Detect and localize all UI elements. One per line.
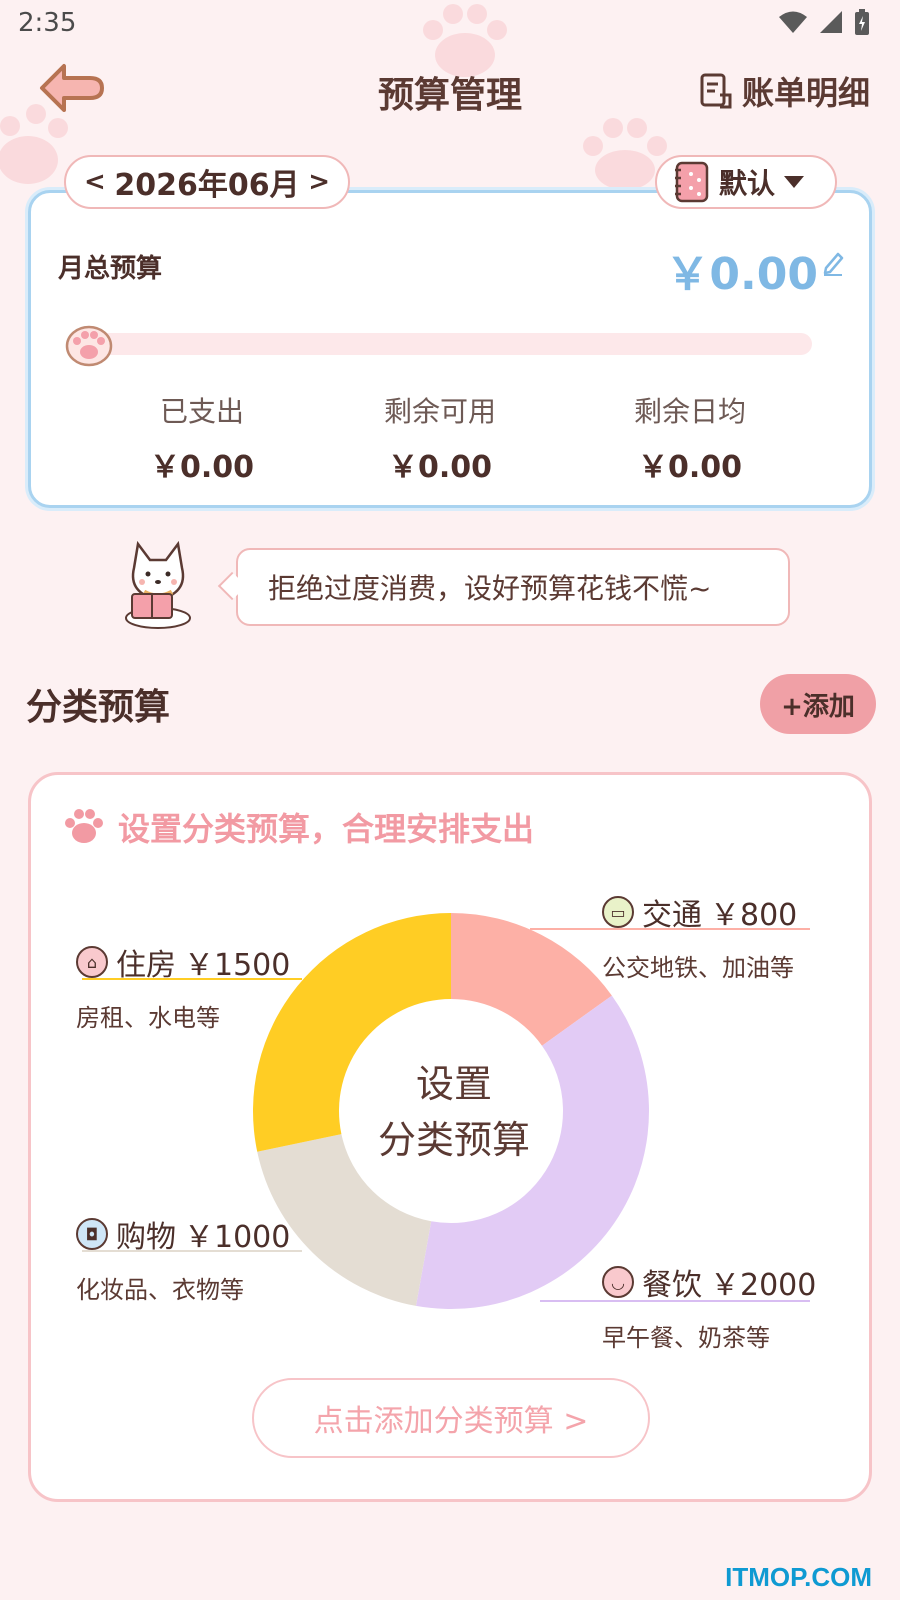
stat-daily-avg-value: ￥0.00 — [637, 450, 743, 485]
watermark: ITMOP.COM — [725, 1562, 872, 1592]
status-time: 2:35 — [18, 8, 77, 38]
legend-shopping: ◘ 购物 ￥1000 化妆品、衣物等 — [76, 1212, 290, 1305]
bus-icon: ▭ — [602, 896, 634, 928]
legend-housing-amount: ￥1500 — [184, 948, 291, 983]
next-month-button[interactable]: > — [308, 167, 330, 197]
legend-transport: ▭ 交通 ￥800 公交地铁、加油等 — [602, 890, 797, 983]
legend-food-desc: 早午餐、奶茶等 — [602, 1324, 770, 1352]
category-hint-text: 设置分类预算，合理安排支出 — [118, 810, 535, 848]
donut-center-line2: 分类预算 — [377, 1118, 530, 1162]
legend-food-amount: ￥2000 — [710, 1268, 817, 1303]
legend-shopping-desc: 化妆品、衣物等 — [76, 1276, 244, 1304]
month-selector: < 2026年06月 > — [64, 155, 350, 209]
edit-pencil-icon[interactable] — [822, 250, 844, 276]
dog-mascot-icon — [125, 540, 191, 629]
legend-shopping-name: 购物 — [116, 1220, 176, 1255]
legend-shopping-amount: ￥1000 — [184, 1220, 291, 1255]
category-budget-title: 分类预算 — [26, 687, 171, 728]
stat-daily-avg-label: 剩余日均 — [633, 395, 746, 428]
bowl-icon: ◡ — [602, 1266, 634, 1298]
stat-spent: 已支出 ￥0.00 — [82, 390, 322, 486]
legend-housing-name: 住房 — [116, 948, 176, 983]
prev-month-button[interactable]: < — [84, 167, 106, 197]
paw-progress-handle-icon — [65, 325, 113, 367]
budget-progress-track — [90, 333, 812, 355]
legend-transport-amount: ￥800 — [710, 898, 798, 933]
stat-remaining-label: 剩余可用 — [383, 395, 496, 428]
monthly-budget-amount[interactable]: ￥0.00 — [665, 238, 818, 302]
legend-housing: ⌂ 住房 ￥1500 房租、水电等 — [76, 940, 290, 1033]
stat-spent-label: 已支出 — [159, 395, 244, 428]
legend-transport-desc: 公交地铁、加油等 — [602, 954, 794, 982]
monthly-budget-label: 月总预算 — [58, 254, 163, 284]
tip-bubble: 拒绝过度消费，设好预算花钱不慌~ — [236, 548, 790, 626]
dropdown-caret-icon — [784, 176, 805, 188]
document-icon — [700, 73, 732, 109]
donut-center-line1: 设置 — [415, 1062, 492, 1106]
house-icon: ⌂ — [76, 946, 108, 978]
wifi-icon — [779, 11, 807, 33]
stat-daily-avg: 剩余日均 ￥0.00 — [570, 390, 810, 486]
status-icons — [778, 8, 870, 36]
donut-center-text[interactable]: 设置 分类预算 — [350, 1056, 558, 1168]
signal-icon — [820, 11, 842, 33]
paw-icon — [65, 809, 103, 843]
book-label: 默认 — [719, 167, 776, 200]
legend-housing-desc: 房租、水电等 — [76, 1004, 220, 1032]
bag-icon: ◘ — [76, 1218, 108, 1250]
add-category-budget-button[interactable]: 点击添加分类预算 > — [252, 1378, 650, 1458]
stat-spent-value: ￥0.00 — [149, 450, 255, 485]
tip-text: 拒绝过度消费，设好预算花钱不慌~ — [268, 572, 712, 605]
battery-icon — [855, 9, 869, 35]
legend-food-name: 餐饮 — [642, 1268, 702, 1303]
bill-detail-link[interactable]: 账单明细 — [700, 68, 870, 114]
month-label[interactable]: 2026年06月 — [114, 160, 299, 204]
stat-remaining: 剩余可用 ￥0.00 — [320, 390, 560, 486]
legend-food: ◡ 餐饮 ￥2000 早午餐、奶茶等 — [602, 1260, 816, 1353]
stat-remaining-value: ￥0.00 — [387, 450, 493, 485]
notebook-icon — [675, 161, 709, 203]
legend-transport-name: 交通 — [642, 898, 702, 933]
bill-detail-label: 账单明细 — [741, 74, 870, 112]
add-category-button[interactable]: +添加 — [760, 674, 876, 734]
book-selector[interactable]: 默认 — [655, 155, 837, 209]
